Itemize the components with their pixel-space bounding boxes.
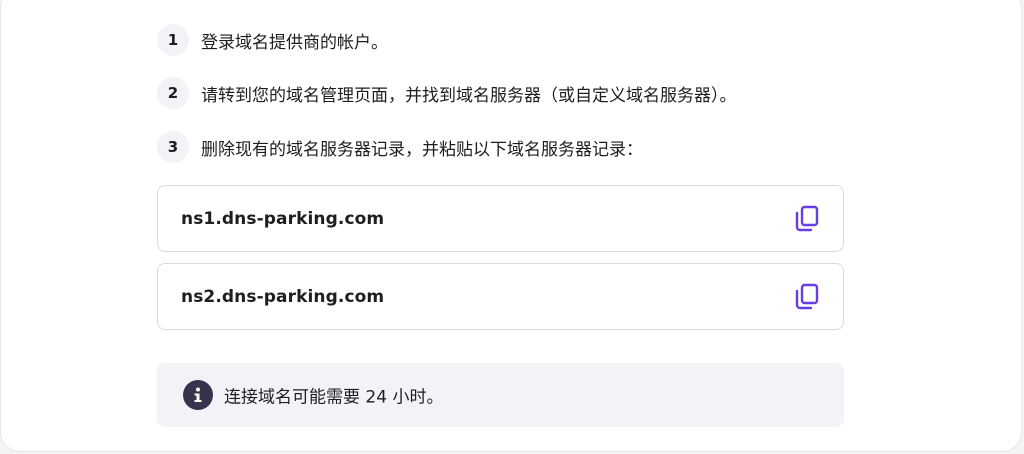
copy-icon — [795, 205, 819, 231]
step-number: 3 — [157, 131, 189, 163]
step-text: 删除现有的域名服务器记录，并粘贴以下域名服务器记录： — [201, 139, 643, 160]
step-number: 1 — [157, 24, 189, 56]
copy-button[interactable] — [793, 282, 821, 312]
nameserver-row: ns1.dns-parking.com — [157, 185, 844, 252]
info-text: 连接域名可能需要 24 小时。 — [224, 387, 444, 408]
info-notice: 连接域名可能需要 24 小时。 — [157, 363, 844, 427]
step-3: 3 删除现有的域名服务器记录，并粘贴以下域名服务器记录： — [157, 131, 643, 163]
step-number: 2 — [157, 77, 189, 109]
nameserver-row: ns2.dns-parking.com — [157, 263, 844, 330]
step-2: 2 请转到您的域名管理页面，并找到域名服务器（或自定义域名服务器）。 — [157, 77, 737, 109]
step-text: 请转到您的域名管理页面，并找到域名服务器（或自定义域名服务器）。 — [201, 85, 737, 106]
step-1: 1 登录域名提供商的帐户。 — [157, 24, 388, 56]
info-icon — [183, 380, 213, 410]
step-text: 登录域名提供商的帐户。 — [201, 32, 388, 53]
copy-button[interactable] — [793, 204, 821, 234]
copy-icon — [795, 283, 819, 309]
nameserver-value[interactable]: ns1.dns-parking.com — [181, 209, 384, 229]
nameserver-value[interactable]: ns2.dns-parking.com — [181, 287, 384, 307]
